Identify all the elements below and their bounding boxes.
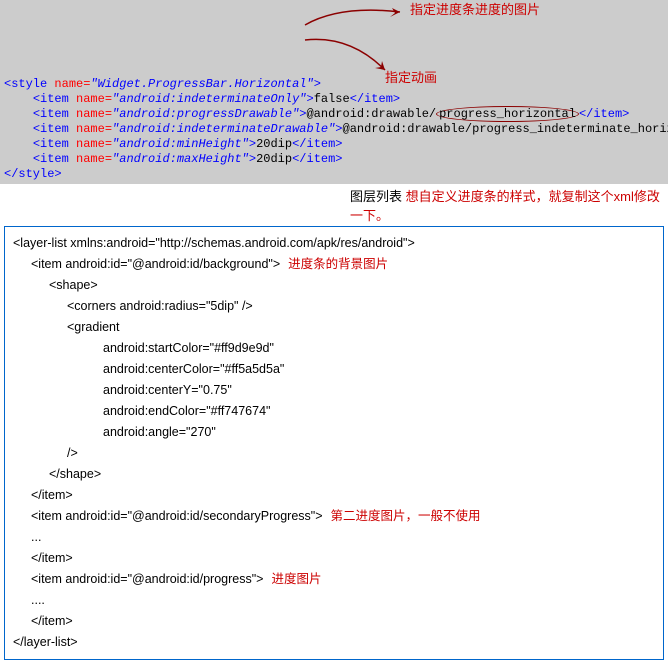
xml-line: <corners android:radius="5dip" /> — [13, 296, 655, 317]
style-close-tag: </style> — [4, 167, 62, 181]
layer-list-caption: 图层列表 想自定义进度条的样式，就复制这个xml修改一下。 — [0, 184, 668, 226]
xml-line: </layer-list> — [13, 632, 655, 653]
xml-line: </item> — [13, 611, 655, 632]
xml-line: ... — [13, 527, 655, 548]
style-xml-block: 指定进度条进度的图片 指定动画 <style name="Widget.Prog… — [0, 0, 668, 184]
annotation-animation: 指定动画 — [385, 70, 437, 85]
progress-horizontal-circled: progress_horizontal — [436, 106, 579, 122]
xml-line: android:centerY="0.75" — [13, 380, 655, 401]
xml-line: </item> — [13, 548, 655, 569]
item4-name: "android:maxHeight" — [112, 152, 249, 166]
xml-line: </item> — [13, 485, 655, 506]
xml-line: android:endColor="#ff747674" — [13, 401, 655, 422]
item0-name: "android:indeterminateOnly" — [112, 92, 306, 106]
caption-black: 图层列表 — [350, 189, 402, 204]
xml-line: <item android:id="@android:id/progress"> — [31, 572, 263, 586]
xml-line: </shape> — [13, 464, 655, 485]
annotation-progress-image: 指定进度条进度的图片 — [410, 2, 540, 17]
item-open: <item — [33, 92, 76, 106]
xml-comment-progress: 进度图片 — [271, 572, 321, 586]
xml-line: android:centerColor="#ff5a5d5a" — [13, 359, 655, 380]
style-open-close: > — [314, 77, 321, 91]
xml-line: android:angle="270" — [13, 422, 655, 443]
item3-val: 20dip — [256, 137, 292, 151]
xml-line: .... — [13, 590, 655, 611]
style-attr-name: name= — [54, 77, 90, 91]
item3-name: "android:minHeight" — [112, 137, 249, 151]
item0-val: false — [314, 92, 350, 106]
xml-line: <gradient — [13, 317, 655, 338]
xml-line: android:startColor="#ff9d9e9d" — [13, 338, 655, 359]
item4-val: 20dip — [256, 152, 292, 166]
item2-val: @android:drawable/progress_indeterminate… — [343, 122, 668, 136]
layer-list-xml-block: <layer-list xmlns:android="http://schema… — [4, 226, 664, 660]
xml-line: <shape> — [13, 275, 655, 296]
style-attr-val: "Widget.ProgressBar.Horizontal" — [90, 77, 313, 91]
xml-line: /> — [13, 443, 655, 464]
arrow-1-icon — [300, 0, 420, 30]
xml-comment-bg: 进度条的背景图片 — [288, 257, 388, 271]
xml-line: <layer-list xmlns:android="http://schema… — [13, 233, 655, 254]
item1-name: "android:progressDrawable" — [112, 107, 299, 121]
item2-name: "android:indeterminateDrawable" — [112, 122, 335, 136]
style-open-bracket: <style — [4, 77, 54, 91]
xml-line: <item android:id="@android:id/background… — [31, 257, 280, 271]
